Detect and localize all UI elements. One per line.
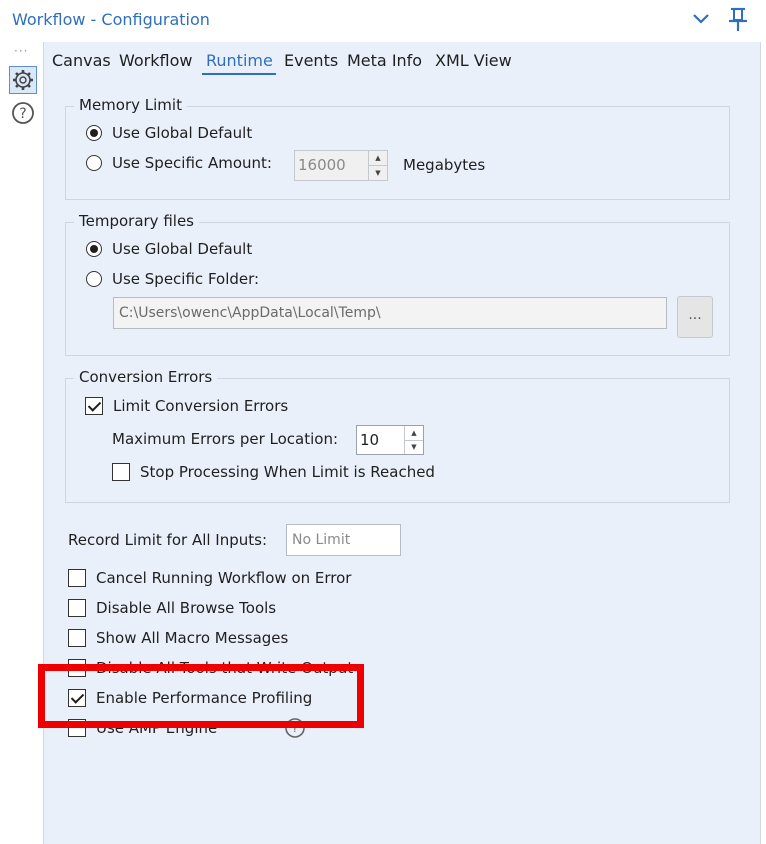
settings-button[interactable] — [9, 66, 37, 94]
record-limit-input[interactable]: No Limit — [286, 524, 401, 556]
tab-workflow[interactable]: Workflow — [119, 51, 192, 70]
memory-global-label: Use Global Default — [112, 124, 253, 142]
memory-global-radio[interactable] — [86, 125, 102, 141]
stepper-down-icon[interactable]: ▼ — [369, 165, 387, 180]
conversion-errors-group: Conversion Errors Limit Conversion Error… — [65, 368, 730, 503]
option-disable-browse[interactable]: Disable All Browse Tools — [68, 599, 276, 617]
limit-errors-checkbox[interactable] — [85, 397, 103, 415]
stepper-up-icon[interactable]: ▲ — [369, 151, 387, 165]
temp-global-label: Use Global Default — [112, 240, 253, 258]
left-icon-rail: ··· ? — [0, 42, 42, 844]
temp-specific-label: Use Specific Folder: — [112, 270, 260, 288]
disable-browse-label: Disable All Browse Tools — [96, 599, 277, 617]
conversion-errors-legend: Conversion Errors — [74, 368, 218, 386]
memory-specific-option[interactable]: Use Specific Amount: — [86, 154, 272, 172]
option-show-macro-messages[interactable]: Show All Macro Messages — [68, 629, 288, 647]
tab-events[interactable]: Events — [284, 51, 338, 70]
cancel-on-error-checkbox[interactable] — [68, 569, 86, 587]
temp-specific-radio[interactable] — [86, 271, 102, 287]
active-tab-indicator — [202, 73, 276, 75]
record-limit-label: Record Limit for All Inputs: — [68, 531, 268, 549]
disable-browse-checkbox[interactable] — [68, 599, 86, 617]
title-bar: Workflow - Configuration — [0, 0, 766, 42]
temp-files-legend: Temporary files — [74, 212, 199, 230]
memory-global-option[interactable]: Use Global Default — [86, 124, 252, 142]
memory-specific-radio[interactable] — [86, 155, 102, 171]
max-errors-stepper[interactable]: 10 ▲ ▼ — [356, 425, 424, 455]
show-macro-messages-label: Show All Macro Messages — [96, 629, 289, 647]
tab-canvas[interactable]: Canvas — [52, 51, 111, 70]
tab-bar: Canvas Workflow Runtime Events Meta Info… — [44, 42, 760, 76]
stepper-up-icon[interactable]: ▲ — [405, 426, 423, 440]
svg-text:?: ? — [19, 106, 26, 122]
browse-folder-button[interactable]: ... — [677, 296, 713, 338]
tab-runtime[interactable]: Runtime — [206, 51, 273, 70]
temp-folder-field[interactable]: C:\Users\owenc\AppData\Local\Temp\ — [113, 297, 667, 329]
tab-xml-view[interactable]: XML View — [435, 51, 512, 70]
show-macro-messages-checkbox[interactable] — [68, 629, 86, 647]
stepper-down-icon[interactable]: ▼ — [405, 439, 423, 455]
chevron-down-icon[interactable] — [690, 8, 712, 30]
help-icon[interactable]: ? — [10, 100, 36, 126]
stop-processing-option[interactable]: Stop Processing When Limit is Reached — [112, 463, 435, 481]
stop-processing-label: Stop Processing When Limit is Reached — [140, 463, 435, 481]
window-title: Workflow - Configuration — [12, 10, 210, 29]
stop-processing-checkbox[interactable] — [112, 463, 130, 481]
cancel-on-error-label: Cancel Running Workflow on Error — [96, 569, 352, 587]
temp-files-group: Temporary files Use Global Default Use S… — [65, 212, 730, 356]
temp-global-option[interactable]: Use Global Default — [86, 240, 252, 258]
highlight-annotation — [38, 664, 364, 728]
max-errors-value: 10 — [360, 431, 380, 449]
more-dots-icon[interactable]: ··· — [14, 44, 28, 58]
pin-icon[interactable] — [726, 6, 750, 32]
memory-specific-label: Use Specific Amount: — [112, 154, 272, 172]
temp-specific-option[interactable]: Use Specific Folder: — [86, 270, 259, 288]
temp-global-radio[interactable] — [86, 241, 102, 257]
limit-errors-option[interactable]: Limit Conversion Errors — [85, 397, 288, 415]
option-cancel-on-error[interactable]: Cancel Running Workflow on Error — [68, 569, 351, 587]
tab-meta-info[interactable]: Meta Info — [347, 51, 422, 70]
memory-limit-group: Memory Limit Use Global Default Use Spec… — [65, 96, 730, 200]
memory-limit-legend: Memory Limit — [74, 96, 187, 114]
gear-icon — [13, 70, 33, 90]
max-errors-label: Maximum Errors per Location: — [112, 430, 339, 448]
memory-unit-label: Megabytes — [403, 156, 486, 174]
limit-errors-label: Limit Conversion Errors — [113, 397, 289, 415]
memory-amount-value: 16000 — [298, 156, 346, 174]
memory-amount-stepper[interactable]: 16000 ▲ ▼ — [294, 150, 388, 181]
